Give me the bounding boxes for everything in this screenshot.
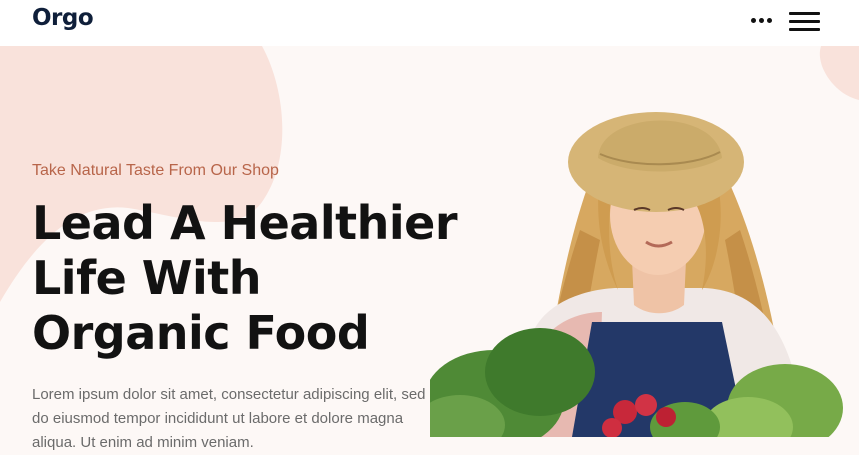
headline-line-3: Organic Food: [32, 306, 370, 360]
hero-tagline: Take Natural Taste From Our Shop: [32, 162, 279, 179]
logo[interactable]: Orgo: [32, 5, 94, 31]
headline-line-2: Life With: [32, 251, 262, 305]
hero-image: [430, 112, 843, 437]
more-dots-icon[interactable]: [750, 17, 774, 25]
hamburger-menu-icon[interactable]: [789, 12, 820, 31]
site-header: Orgo: [0, 0, 859, 46]
hero-headline: Lead A Healthier Life With Organic Food: [32, 196, 458, 361]
headline-line-1: Lead A Healthier: [32, 196, 458, 250]
hero-paragraph: Lorem ipsum dolor sit amet, consectetur …: [32, 386, 426, 451]
